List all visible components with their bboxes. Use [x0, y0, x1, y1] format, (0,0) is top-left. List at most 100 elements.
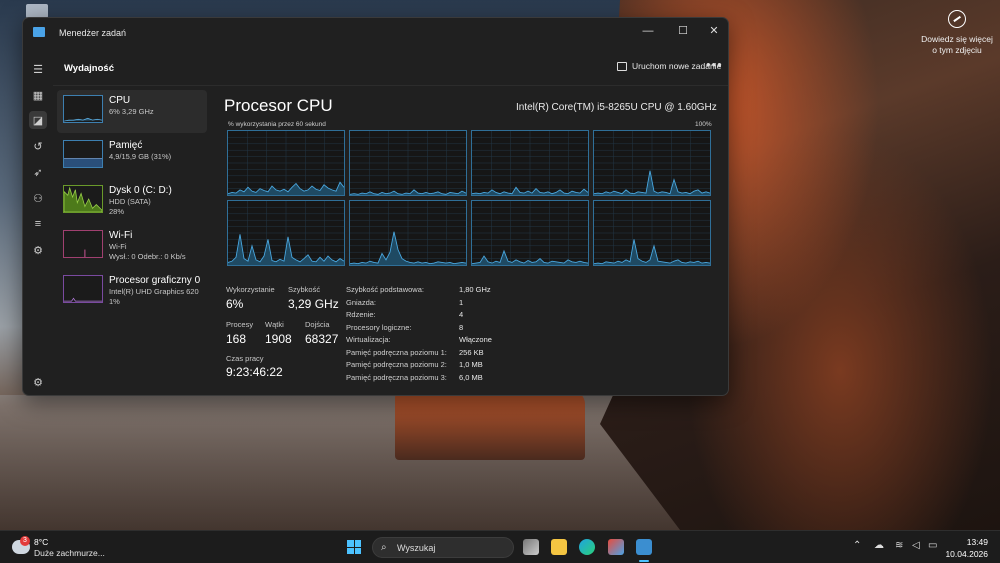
- file-explorer-icon[interactable]: [551, 539, 567, 555]
- cpu-core-graph: [593, 130, 711, 196]
- perf-item-sub: Wi-Fi: [109, 242, 127, 251]
- startup-icon[interactable]: ➶: [29, 163, 47, 181]
- cpu-title: Procesor CPU: [224, 96, 333, 115]
- spec-value: 1,80 GHz: [459, 285, 491, 294]
- spec-label: Rdzenie:: [346, 310, 376, 319]
- chevron-up-icon[interactable]: ⌃: [853, 540, 861, 551]
- page-title: Wydajność: [64, 63, 114, 74]
- services-icon[interactable]: ⚙: [29, 241, 47, 259]
- desktop-rock: [395, 390, 585, 460]
- threads-value: 1908: [265, 332, 292, 346]
- spec-value: 1,0 MB: [459, 360, 483, 369]
- recycle-bin-icon[interactable]: [26, 4, 48, 18]
- perf-item-sub: HDD (SATA): [109, 197, 151, 206]
- speed-value: 3,29 GHz: [288, 297, 339, 311]
- spec-label: Pamięć podręczna poziomu 1:: [346, 348, 447, 357]
- perf-item-sub: Intel(R) UHD Graphics 620: [109, 287, 199, 296]
- spec-label: Szybkość podstawowa:: [346, 285, 424, 294]
- task-view-icon[interactable]: [523, 539, 539, 555]
- cpu-core-graph: [227, 200, 345, 266]
- perf-item-memory[interactable]: Pamięć 4,9/15,9 GB (31%): [57, 135, 207, 178]
- spotlight-text: Dowiedz się więcej o tym zdjęciu: [921, 34, 993, 55]
- perf-item-wifi[interactable]: Wi-Fi Wi-Fi Wysł.: 0 Odebr.: 0 Kb/s: [57, 225, 207, 268]
- spec-value: 8: [459, 323, 464, 332]
- taskbar: 3 8°C Duże zachmurze... ⌕ Wyszukaj ⌃ ☁ ≋…: [0, 530, 1000, 563]
- cpu-thumbnail: [63, 95, 103, 123]
- battery-icon[interactable]: ▭: [928, 540, 937, 551]
- spec-value: Włączone: [459, 335, 492, 344]
- perf-item-cpu[interactable]: CPU 6% 3,29 GHz: [57, 90, 207, 133]
- details-icon[interactable]: ≡: [29, 215, 47, 233]
- perf-item-name: Pamięć: [109, 140, 143, 151]
- perf-item-sub: 6% 3,29 GHz: [109, 107, 154, 116]
- nav-sidebar: ☰ ▦ ◪ ↺ ➶ ⚇ ≡ ⚙ ⚙: [23, 50, 53, 395]
- cpu-core-graph: [349, 200, 467, 266]
- active-app-indicator: [639, 560, 649, 562]
- performance-icon[interactable]: ◪: [29, 111, 47, 129]
- disk-thumbnail: [63, 185, 103, 213]
- wifi-icon[interactable]: ≋: [895, 540, 903, 551]
- clock-time[interactable]: 13:49: [958, 537, 988, 547]
- perf-item-disk[interactable]: Dysk 0 (C: D:) HDD (SATA) 28%: [57, 180, 207, 223]
- close-button[interactable]: ✕: [701, 22, 727, 40]
- page-header: Wydajność Uruchom nowe zadanie •••: [53, 50, 728, 86]
- more-options-button[interactable]: •••: [706, 57, 723, 72]
- uptime-value: 9:23:46:22: [226, 365, 283, 379]
- spec-value: 1: [459, 298, 464, 307]
- menu-icon[interactable]: ☰: [29, 60, 47, 78]
- cpu-core-graph: [593, 200, 711, 266]
- search-box[interactable]: ⌕ Wyszukaj: [372, 537, 514, 558]
- minimize-button[interactable]: —: [635, 22, 661, 40]
- perf-item-name: Dysk 0 (C: D:): [109, 185, 172, 196]
- weather-condition[interactable]: Duże zachmurze...: [34, 548, 105, 558]
- store-icon[interactable]: [608, 539, 624, 555]
- spec-value: 6,0 MB: [459, 373, 483, 382]
- spec-label: Gniazda:: [346, 298, 377, 307]
- cpu-core-graph: [471, 130, 589, 196]
- processes-icon[interactable]: ▦: [29, 86, 47, 104]
- gpu-thumbnail: [63, 275, 103, 303]
- title-bar[interactable]: Menedżer zadań — ☐ ✕: [23, 18, 728, 50]
- usage-label: Wykorzystanie: [226, 285, 275, 294]
- spec-label: Wirtualizacja:: [346, 335, 391, 344]
- search-placeholder: Wyszukaj: [397, 543, 436, 553]
- wifi-thumbnail: [63, 230, 103, 258]
- performance-list: CPU 6% 3,29 GHz Pamięć 4,9/15,9 GB (31%)…: [57, 90, 207, 315]
- handles-value: 68327: [305, 332, 339, 346]
- cpu-model: Intel(R) Core(TM) i5-8265U CPU @ 1.60GHz: [516, 102, 717, 113]
- users-icon[interactable]: ⚇: [29, 189, 47, 207]
- new-task-icon: [617, 61, 627, 71]
- settings-icon[interactable]: ⚙: [29, 373, 47, 391]
- graph-label: % wykorzystania przez 60 sekund: [228, 121, 326, 128]
- spec-value: 4: [459, 310, 464, 319]
- uptime-label: Czas pracy: [226, 354, 264, 363]
- task-manager-taskbar-icon[interactable]: [636, 539, 652, 555]
- perf-item-gpu[interactable]: Procesor graficzny 0 Intel(R) UHD Graphi…: [57, 270, 207, 313]
- weather-temp[interactable]: 8°C: [34, 537, 48, 547]
- usage-value: 6%: [226, 297, 244, 311]
- task-manager-window: Menedżer zadań — ☐ ✕ ☰ ▦ ◪ ↺ ➶ ⚇ ≡ ⚙ ⚙ W…: [22, 17, 729, 396]
- task-manager-icon: [33, 27, 45, 37]
- edge-icon[interactable]: [579, 539, 595, 555]
- clock-date[interactable]: 10.04.2026: [938, 549, 988, 559]
- graph-max-label: 100%: [695, 121, 712, 128]
- perf-item-sub2: 28%: [109, 207, 125, 216]
- threads-label: Wątki: [265, 320, 284, 329]
- spec-label: Pamięć podręczna poziomu 3:: [346, 373, 447, 382]
- start-button[interactable]: [347, 540, 361, 554]
- app-history-icon[interactable]: ↺: [29, 137, 47, 155]
- maximize-button[interactable]: ☐: [670, 22, 696, 40]
- spec-label: Pamięć podręczna poziomu 2:: [346, 360, 447, 369]
- onedrive-icon[interactable]: ☁: [874, 540, 884, 551]
- handles-label: Dojścia: [305, 320, 330, 329]
- perf-item-sub2: 1%: [109, 297, 120, 306]
- perf-item-sub2: Wysł.: 0 Odebr.: 0 Kb/s: [109, 252, 186, 261]
- window-title: Menedżer zadań: [59, 28, 127, 38]
- memory-thumbnail: [63, 140, 103, 168]
- perf-item-sub: 4,9/15,9 GB (31%): [109, 152, 172, 161]
- cpu-core-graph: [227, 130, 345, 196]
- perf-item-name: Procesor graficzny 0: [109, 275, 201, 286]
- volume-icon[interactable]: ◁: [912, 540, 920, 551]
- spotlight-info[interactable]: Dowiedz się więcej o tym zdjęciu: [918, 10, 996, 56]
- weather-badge: 3: [20, 536, 30, 546]
